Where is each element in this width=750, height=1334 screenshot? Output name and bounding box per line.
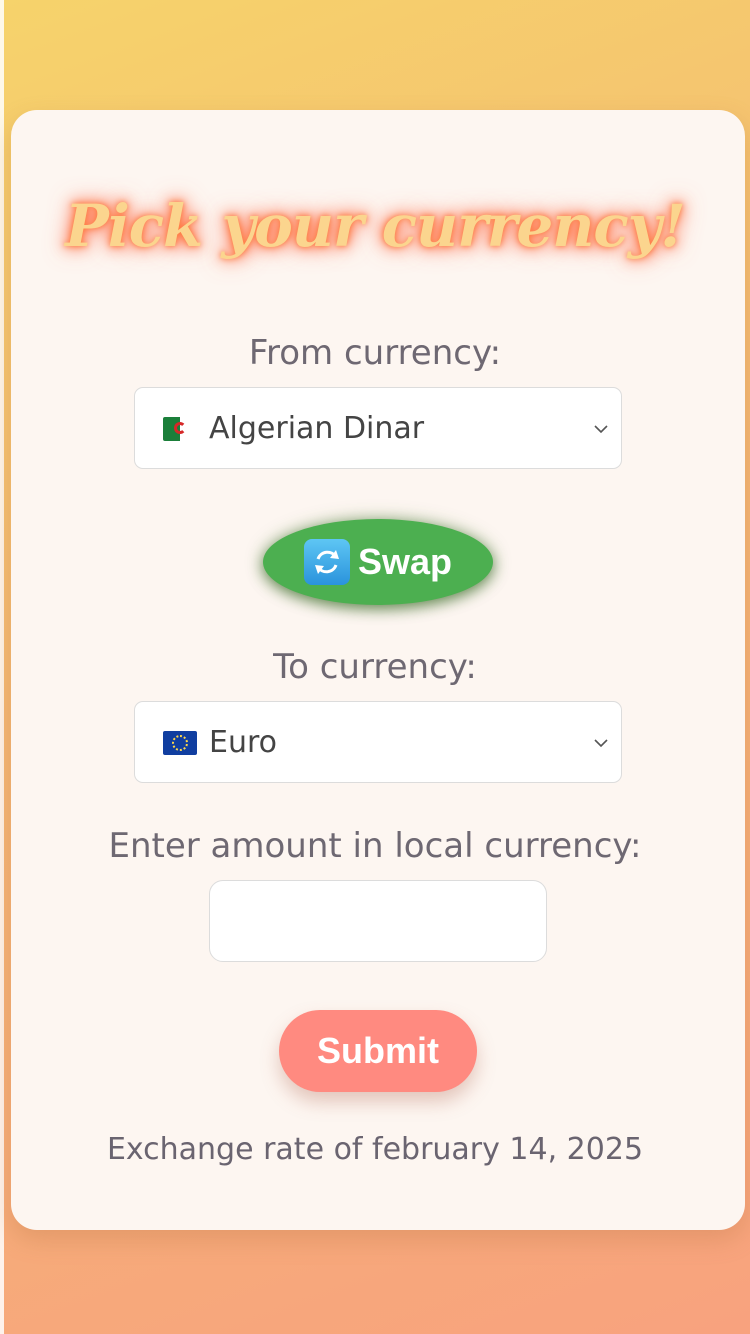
chevron-down-icon [594,739,608,748]
algeria-flag-icon [163,417,197,441]
from-currency-select[interactable]: Algerian Dinar [134,387,622,469]
eu-flag-icon [163,731,197,755]
amount-input[interactable] [209,880,547,962]
amount-label: Enter amount in local currency: [108,826,642,866]
page-title: Pick your currency! [65,192,686,260]
from-currency-label: From currency: [248,333,502,373]
to-currency-value: Euro [209,725,277,760]
to-currency-label: To currency: [273,647,477,687]
submit-button[interactable]: Submit [279,1010,477,1092]
to-currency-select[interactable]: Euro [134,701,622,783]
swap-button[interactable]: Swap [263,519,493,605]
chevron-down-icon [594,425,608,434]
swap-button-label: Swap [357,541,453,582]
swap-arrows-icon [303,539,350,585]
from-currency-value: Algerian Dinar [209,411,425,446]
exchange-rate-note: Exchange rate of february 14, 2025 [106,1132,644,1167]
